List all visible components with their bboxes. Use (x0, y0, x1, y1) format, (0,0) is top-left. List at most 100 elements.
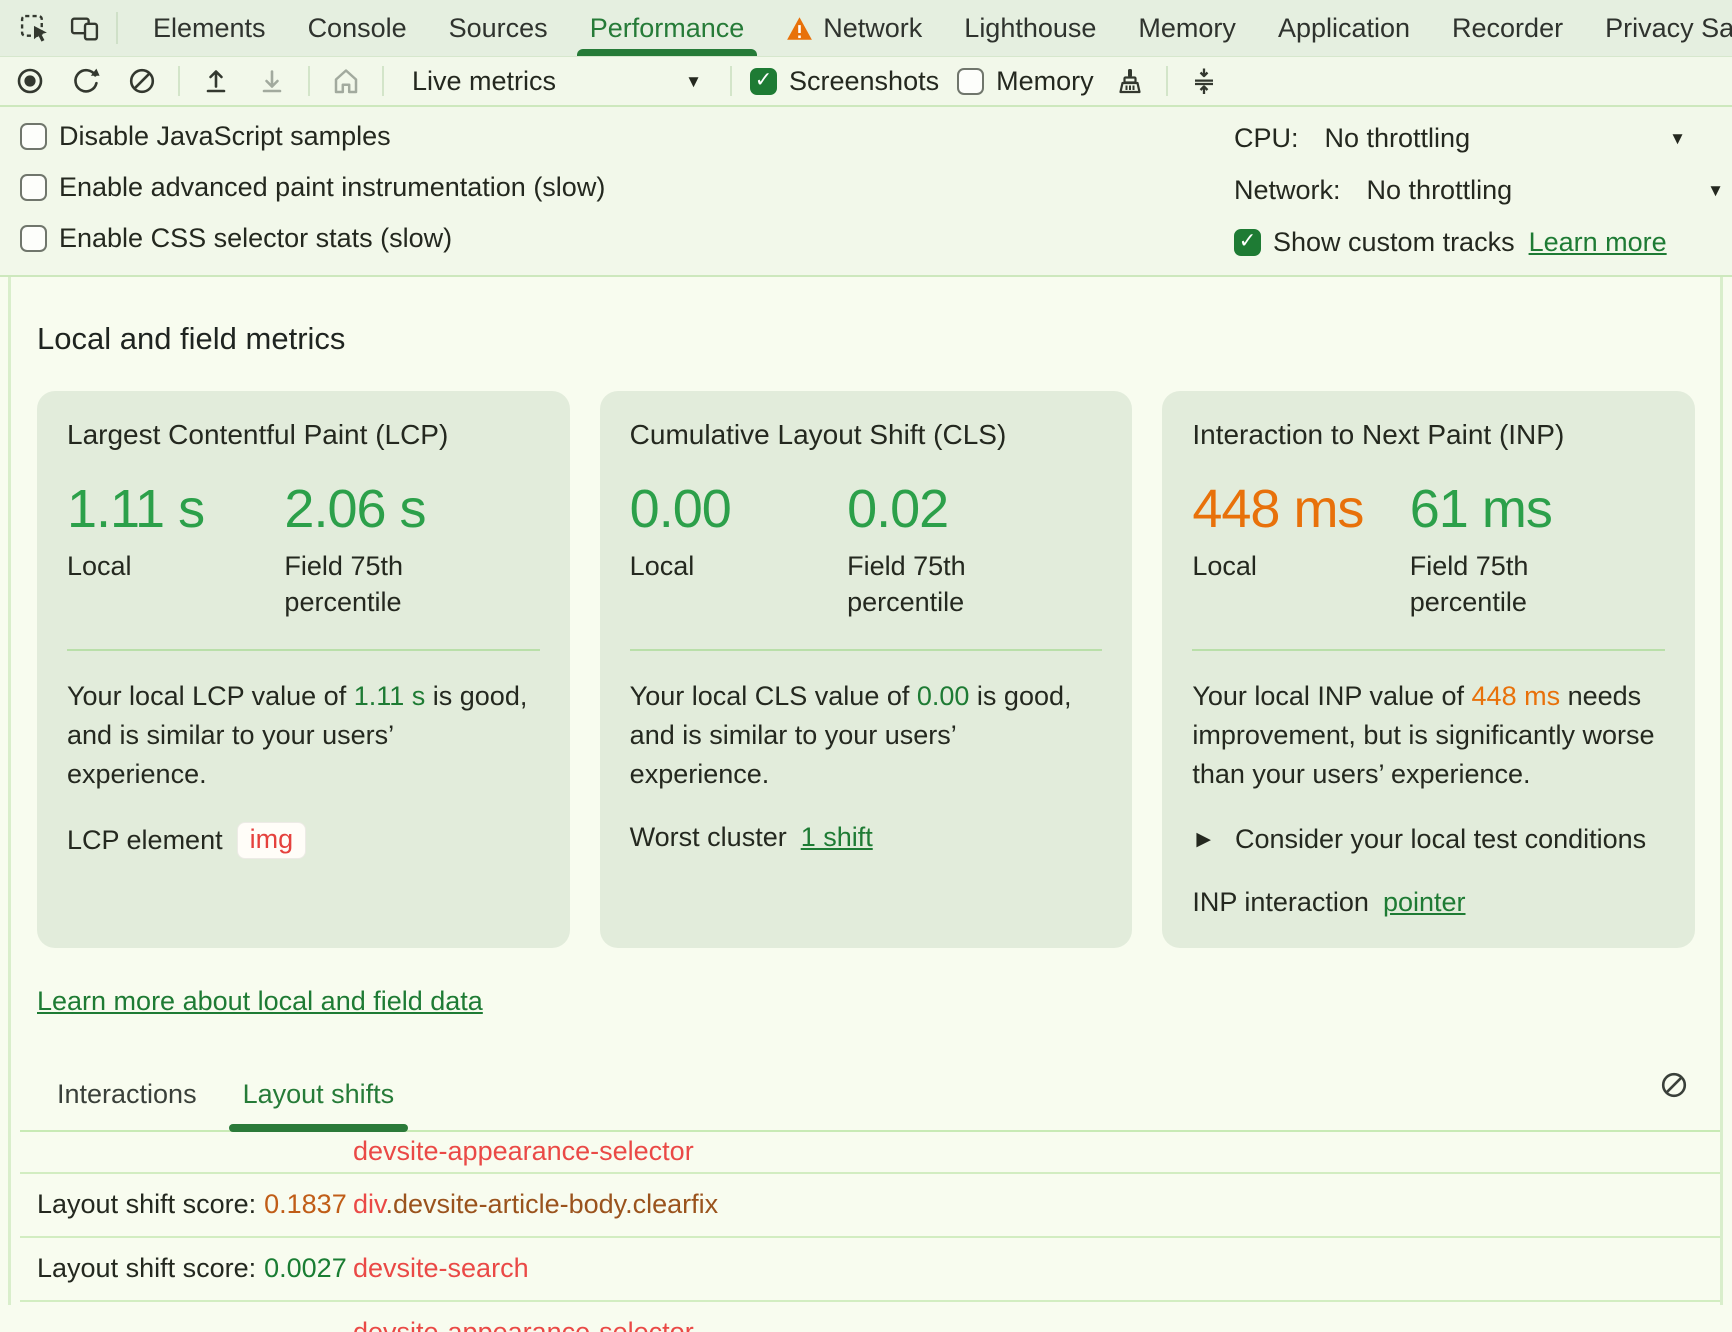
checkbox-box (750, 68, 777, 95)
field-label: Field 75th percentile (284, 548, 524, 621)
brush-icon[interactable] (1112, 63, 1148, 99)
toolbar-separator (382, 66, 384, 96)
desc-value: 1.11 s (354, 681, 426, 711)
cpu-throttling-select[interactable]: CPU: No throttling ▼ (1234, 121, 1712, 155)
tab-lighthouse[interactable]: Lighthouse (943, 0, 1117, 56)
clear-icon[interactable] (124, 63, 160, 99)
checkbox-box (1234, 229, 1261, 256)
tab-recorder[interactable]: Recorder (1431, 0, 1584, 56)
learn-more-local-field-link[interactable]: Learn more about local and field data (37, 986, 483, 1017)
lcp-element-chip[interactable]: img (237, 822, 307, 859)
shift-element-link[interactable]: div.devsite-article-body.clearfix (353, 1189, 1722, 1220)
tab-label: Performance (590, 13, 745, 44)
desc-value: 448 ms (1472, 681, 1561, 711)
score-value: 0.0027 (256, 1253, 347, 1283)
tabbar-separator (116, 12, 118, 44)
inp-interaction-link[interactable]: pointer (1383, 887, 1466, 918)
css-selector-stats-checkbox[interactable]: Enable CSS selector stats (slow) (20, 223, 605, 254)
shift-element-link[interactable]: devsite-search (353, 1253, 1722, 1284)
lcp-card: Largest Contentful Paint (LCP) 1.11 s Lo… (37, 391, 570, 948)
tab-label: Layout shifts (243, 1079, 395, 1109)
network-throttling-select[interactable]: Network: No throttling ▼ (1234, 173, 1712, 207)
devtools-window: Elements Console Sources Performance Net… (0, 0, 1732, 1332)
cpu-label: CPU: (1234, 123, 1299, 154)
panel-left-border (8, 277, 11, 1305)
inp-interaction-row: INP interaction pointer (1192, 887, 1665, 918)
tab-performance[interactable]: Performance (569, 0, 766, 56)
disclosure-label: Consider your local test conditions (1235, 824, 1646, 855)
extra-label: LCP element (67, 825, 223, 856)
inp-card: Interaction to Next Paint (INP) 448 ms L… (1162, 391, 1695, 948)
learn-more-link[interactable]: Learn more (1529, 227, 1667, 258)
toolbar-separator (1166, 66, 1168, 96)
score-label: Layout shift score: (37, 1189, 256, 1219)
inspect-element-icon[interactable] (16, 10, 52, 46)
layout-shift-row: devsite-appearance-selector (20, 1302, 1722, 1332)
card-title: Largest Contentful Paint (LCP) (67, 419, 540, 451)
toolbar-separator (730, 66, 732, 96)
advanced-paint-instrumentation-checkbox[interactable]: Enable advanced paint instrumentation (s… (20, 172, 605, 203)
field-value: 2.06 s (284, 481, 539, 538)
upload-profile-icon[interactable] (198, 63, 234, 99)
toolbar-separator (308, 66, 310, 96)
local-test-conditions-disclosure[interactable]: ▶ Consider your local test conditions (1192, 824, 1665, 855)
record-icon[interactable] (12, 63, 48, 99)
cpu-value: No throttling (1325, 123, 1471, 154)
checkbox-box (957, 68, 984, 95)
local-value-block: 0.00 Local (630, 481, 847, 621)
tab-layout-shifts[interactable]: Layout shifts (241, 1079, 397, 1130)
score-label: Layout shift score: (37, 1253, 256, 1283)
desc-text: Your local INP value of (1192, 681, 1471, 711)
show-custom-tracks-checkbox[interactable]: Show custom tracks (1234, 227, 1515, 258)
performance-toolbar: Live metrics ▼ Screenshots Memory (0, 57, 1732, 107)
device-toolbar-icon[interactable] (66, 10, 102, 46)
screenshots-checkbox[interactable]: Screenshots (750, 66, 939, 97)
history-select[interactable]: Live metrics ▼ (402, 64, 712, 99)
tab-label: Elements (153, 13, 266, 44)
tab-network[interactable]: Network (765, 0, 943, 56)
shift-element-link[interactable]: devsite-appearance-selector (353, 1317, 1722, 1332)
card-divider (1192, 649, 1665, 651)
local-label: Local (67, 548, 284, 584)
logs-tabbar: Interactions Layout shifts (20, 1079, 1722, 1132)
tab-console[interactable]: Console (287, 0, 428, 56)
tab-application[interactable]: Application (1257, 0, 1431, 56)
card-description: Your local LCP value of 1.11 s is good, … (67, 677, 540, 794)
toolbar-separator (178, 66, 180, 96)
download-profile-icon[interactable] (254, 63, 290, 99)
worst-cluster-row: Worst cluster 1 shift (630, 822, 1103, 853)
chevron-down-icon: ▼ (1707, 182, 1724, 199)
tab-memory[interactable]: Memory (1117, 0, 1257, 56)
field-value: 0.02 (847, 481, 1102, 538)
layout-shift-row: Layout shift score:0.0027 devsite-search (20, 1238, 1722, 1302)
chevron-down-icon: ▼ (1669, 130, 1686, 147)
worst-cluster-link[interactable]: 1 shift (801, 822, 873, 853)
tab-elements[interactable]: Elements (132, 0, 287, 56)
tab-label: Recorder (1452, 13, 1563, 44)
card-values: 0.00 Local 0.02 Field 75th percentile (630, 481, 1103, 621)
tab-interactions[interactable]: Interactions (55, 1079, 199, 1130)
disable-js-samples-checkbox[interactable]: Disable JavaScript samples (20, 121, 605, 152)
tab-privacy-sandbox[interactable]: Privacy Sandbox (1584, 0, 1732, 56)
clear-log-icon[interactable] (1656, 1067, 1692, 1103)
collapse-sections-icon[interactable] (1186, 63, 1222, 99)
settings-throttling-column: CPU: No throttling ▼ Network: No throttl… (1234, 121, 1712, 259)
element-tag: div (353, 1189, 386, 1219)
layout-shift-row: devsite-appearance-selector (20, 1132, 1722, 1174)
extra-label: INP interaction (1192, 887, 1369, 918)
memory-checkbox[interactable]: Memory (957, 66, 1094, 97)
tab-label: Lighthouse (964, 13, 1096, 44)
show-custom-tracks-row: Show custom tracks Learn more (1234, 225, 1712, 259)
local-value: 1.11 s (67, 481, 284, 538)
reload-record-icon[interactable] (68, 63, 104, 99)
tab-sources[interactable]: Sources (428, 0, 569, 56)
home-live-metrics-icon[interactable] (328, 63, 364, 99)
checkbox-label: Disable JavaScript samples (59, 121, 391, 152)
shift-element-link[interactable]: devsite-appearance-selector (353, 1136, 1722, 1167)
live-metrics-view: Local and field metrics Largest Contentf… (0, 277, 1732, 1305)
extra-label: Worst cluster (630, 822, 787, 853)
logs-section: Interactions Layout shifts devsite-appea… (0, 1079, 1732, 1332)
checkbox-label: Show custom tracks (1273, 227, 1515, 258)
history-select-value: Live metrics (412, 66, 556, 97)
performance-settings: Disable JavaScript samples Enable advanc… (0, 107, 1732, 277)
